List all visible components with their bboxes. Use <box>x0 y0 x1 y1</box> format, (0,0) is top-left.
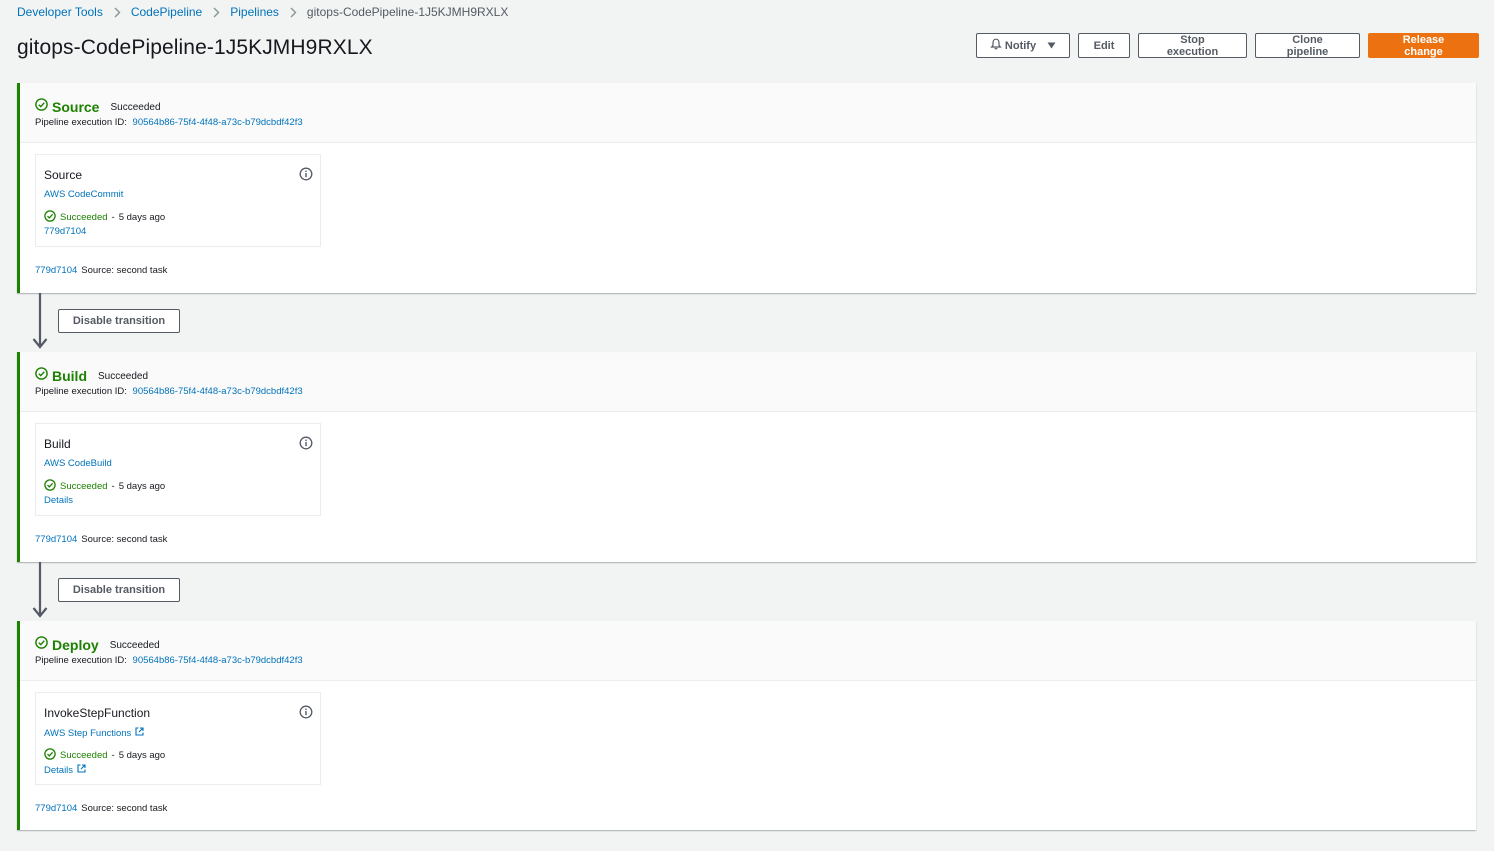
action-status-text: Succeeded <box>60 481 108 492</box>
breadcrumb-current: gitops-CodePipeline-1J5KJMH9RXLX <box>306 5 509 19</box>
check-circle-icon <box>44 748 56 763</box>
stage-header: Source Succeeded Pipeline execution ID: … <box>20 83 1476 143</box>
execution-id-label: Pipeline execution ID: <box>35 386 127 397</box>
execution-id-row: Pipeline execution ID: 90564b86-75f4-4f4… <box>35 117 303 128</box>
status-separator: - <box>111 750 115 761</box>
status-separator: - <box>111 212 115 223</box>
action-revision-link[interactable]: 779d7104 <box>44 226 86 237</box>
edit-button[interactable]: Edit <box>1078 33 1130 58</box>
details-label: Details <box>44 764 74 776</box>
stage-name: Deploy <box>52 637 99 653</box>
chevron-right-icon <box>103 7 131 18</box>
header-actions: Notify Edit Stop execution Clone pipelin… <box>976 33 1479 58</box>
action-card: Build AWS CodeBuild Succeeded - 5 days a… <box>35 423 321 516</box>
provider-label: AWS Step Functions <box>44 727 132 739</box>
disable-transition-button[interactable]: Disable transition <box>58 309 180 333</box>
notify-button[interactable]: Notify <box>976 33 1070 58</box>
action-status-text: Succeeded <box>60 212 108 223</box>
execution-id-label: Pipeline execution ID: <box>35 117 127 128</box>
stage-build: Build Succeeded Pipeline execution ID: 9… <box>17 352 1476 562</box>
action-status: Succeeded - 5 days ago <box>44 479 165 494</box>
breadcrumb: Developer Tools CodePipeline Pipelines g… <box>17 5 508 19</box>
details-label: Details <box>44 495 74 506</box>
execution-id-link[interactable]: 90564b86-75f4-4f48-a73c-b79dcbdf42f3 <box>133 386 303 397</box>
breadcrumb-pipelines[interactable]: Pipelines <box>230 5 279 19</box>
stop-execution-button[interactable]: Stop execution <box>1138 33 1247 58</box>
bell-icon <box>990 38 1002 53</box>
stage-deploy: Deploy Succeeded Pipeline execution ID: … <box>17 621 1476 830</box>
commit-id-link[interactable]: 779d7104 <box>35 265 77 276</box>
action-provider-link[interactable]: AWS CodeCommit <box>44 189 123 200</box>
action-provider-link[interactable]: AWS Step Functions <box>44 727 144 739</box>
stage-source: Source Succeeded Pipeline execution ID: … <box>17 83 1476 293</box>
commit-message: Source: second task <box>81 265 168 276</box>
provider-label: AWS CodeBuild <box>44 458 112 469</box>
stage-header: Deploy Succeeded Pipeline execution ID: … <box>20 621 1476 681</box>
info-icon[interactable] <box>299 167 313 181</box>
release-change-button[interactable]: Release change <box>1368 33 1479 58</box>
action-status-age: 5 days ago <box>118 750 166 761</box>
revision-label: 779d7104 <box>44 226 87 237</box>
execution-id-row: Pipeline execution ID: 90564b86-75f4-4f4… <box>35 386 303 397</box>
action-name: Source <box>44 168 83 182</box>
action-status-age: 5 days ago <box>118 212 166 223</box>
action-status-age: 5 days ago <box>118 481 166 492</box>
action-status: Succeeded - 5 days ago <box>44 210 165 225</box>
check-circle-icon <box>35 98 48 116</box>
disable-transition-button[interactable]: Disable transition <box>58 578 180 602</box>
external-link-icon <box>77 764 86 776</box>
action-card: InvokeStepFunction AWS Step Functions Su… <box>35 692 321 785</box>
commit-row: 779d7104 Source: second task <box>35 803 167 814</box>
check-circle-icon <box>35 636 48 654</box>
stage-name: Source <box>52 99 100 115</box>
action-card: Source AWS CodeCommit Succeeded - 5 days… <box>35 154 321 247</box>
transition-arrow-icon <box>31 293 51 350</box>
info-icon[interactable] <box>299 705 313 719</box>
clone-pipeline-button[interactable]: Clone pipeline <box>1255 33 1360 58</box>
check-circle-icon <box>35 367 48 385</box>
status-separator: - <box>111 481 115 492</box>
action-details-link[interactable]: Details <box>44 764 86 776</box>
chevron-right-icon <box>202 7 230 18</box>
action-details-link[interactable]: Details <box>44 495 73 506</box>
stage-status: Succeeded <box>109 639 160 651</box>
action-status: Succeeded - 5 days ago <box>44 748 165 763</box>
action-status-text: Succeeded <box>60 750 108 761</box>
info-icon[interactable] <box>299 436 313 450</box>
execution-id-row: Pipeline execution ID: 90564b86-75f4-4f4… <box>35 655 303 666</box>
execution-id-link[interactable]: 90564b86-75f4-4f48-a73c-b79dcbdf42f3 <box>133 655 303 666</box>
stage-status: Succeeded <box>110 101 161 113</box>
stage-status: Succeeded <box>98 370 149 382</box>
commit-row: 779d7104 Source: second task <box>35 265 167 276</box>
stage-name: Build <box>52 368 87 384</box>
provider-label: AWS CodeCommit <box>44 189 124 200</box>
transition-arrow-icon <box>31 562 51 619</box>
notify-label: Notify <box>1004 39 1037 52</box>
external-link-icon <box>135 727 144 739</box>
breadcrumb-developer-tools[interactable]: Developer Tools <box>17 5 103 19</box>
commit-id-link[interactable]: 779d7104 <box>35 803 77 814</box>
action-name: Build <box>44 437 71 451</box>
execution-id-link[interactable]: 90564b86-75f4-4f48-a73c-b79dcbdf42f3 <box>133 117 303 128</box>
commit-message: Source: second task <box>81 534 168 545</box>
commit-row: 779d7104 Source: second task <box>35 534 167 545</box>
check-circle-icon <box>44 210 56 225</box>
check-circle-icon <box>44 479 56 494</box>
breadcrumb-codepipeline[interactable]: CodePipeline <box>131 5 202 19</box>
action-name: InvokeStepFunction <box>44 706 151 720</box>
action-provider-link[interactable]: AWS CodeBuild <box>44 458 112 469</box>
stage-header: Build Succeeded Pipeline execution ID: 9… <box>20 352 1476 412</box>
caret-down-icon <box>1047 40 1056 52</box>
commit-id-link[interactable]: 779d7104 <box>35 534 77 545</box>
page-title: gitops-CodePipeline-1J5KJMH9RXLX <box>17 36 373 59</box>
execution-id-label: Pipeline execution ID: <box>35 655 127 666</box>
chevron-right-icon <box>279 7 307 18</box>
commit-message: Source: second task <box>81 803 168 814</box>
